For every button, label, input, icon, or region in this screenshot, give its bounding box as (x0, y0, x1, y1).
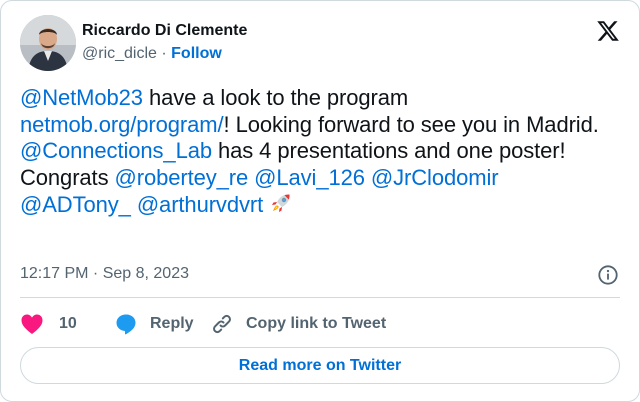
handle-separator: · (156, 45, 172, 62)
reply-label: Reply (150, 315, 194, 332)
mention-arthurvdvrt[interactable]: @arthurvdvrt (137, 192, 263, 217)
tweet-text-part-3: has 4 presentations and one poster! (211, 138, 566, 163)
tweet-header: Riccardo Di Clemente @ric_dicle · Follow (20, 15, 620, 73)
heart-icon (21, 314, 43, 334)
author-display-name[interactable]: Riccardo Di Clemente (82, 21, 247, 41)
author-avatar[interactable] (20, 15, 76, 71)
copy-link-button[interactable]: Copy link to Tweet (210, 311, 386, 337)
reply-button[interactable]: Reply (114, 311, 194, 337)
mention-robertey-re[interactable]: @robertey_re (114, 165, 248, 190)
like-count: 10 (59, 315, 77, 332)
read-more-button[interactable]: Read more on Twitter (20, 347, 620, 384)
reply-bubble-icon (116, 314, 136, 335)
avatar-image (20, 15, 76, 71)
mention-adtony[interactable]: @ADTony_ (20, 192, 131, 217)
info-icon[interactable] (597, 264, 619, 286)
mention-jrclodomir[interactable]: @JrClodomir (371, 165, 499, 190)
like-button[interactable]: 10 (20, 311, 77, 337)
mention-connections-lab[interactable]: @Connections_Lab (20, 138, 212, 163)
author-handle[interactable]: @ric_dicle (82, 45, 157, 62)
tweet-divider (20, 297, 620, 298)
x-logo-icon[interactable] (596, 19, 620, 43)
link-icon (213, 314, 231, 334)
tweet-text-congrats: Congrats (20, 164, 115, 190)
follow-button[interactable]: Follow (171, 45, 222, 62)
link-program[interactable]: netmob.org/program/ (20, 112, 224, 137)
rocket-icon (272, 194, 290, 212)
tweet-card: Riccardo Di Clemente @ric_dicle · Follow… (0, 0, 640, 402)
author-handle-line: @ric_dicle · Follow (82, 43, 247, 65)
mention-lavi-126[interactable]: @Lavi_126 (254, 165, 365, 190)
tweet-text-part-2: ! Looking forward to see you in Madrid. (223, 111, 605, 137)
tweet-text: @NetMob23 have a look to the program net… (20, 85, 620, 219)
tweet-actions: 10 Reply Copy link to Tweet (20, 311, 620, 337)
tweet-timestamp[interactable]: 12:17 PM · Sep 8, 2023 (20, 264, 189, 284)
copy-link-label: Copy link to Tweet (246, 315, 387, 332)
tweet-text-part-1: have a look to the program (142, 85, 409, 110)
mention-netmob23[interactable]: @NetMob23 (20, 85, 143, 110)
author-names: Riccardo Di Clemente @ric_dicle · Follow (82, 21, 247, 65)
